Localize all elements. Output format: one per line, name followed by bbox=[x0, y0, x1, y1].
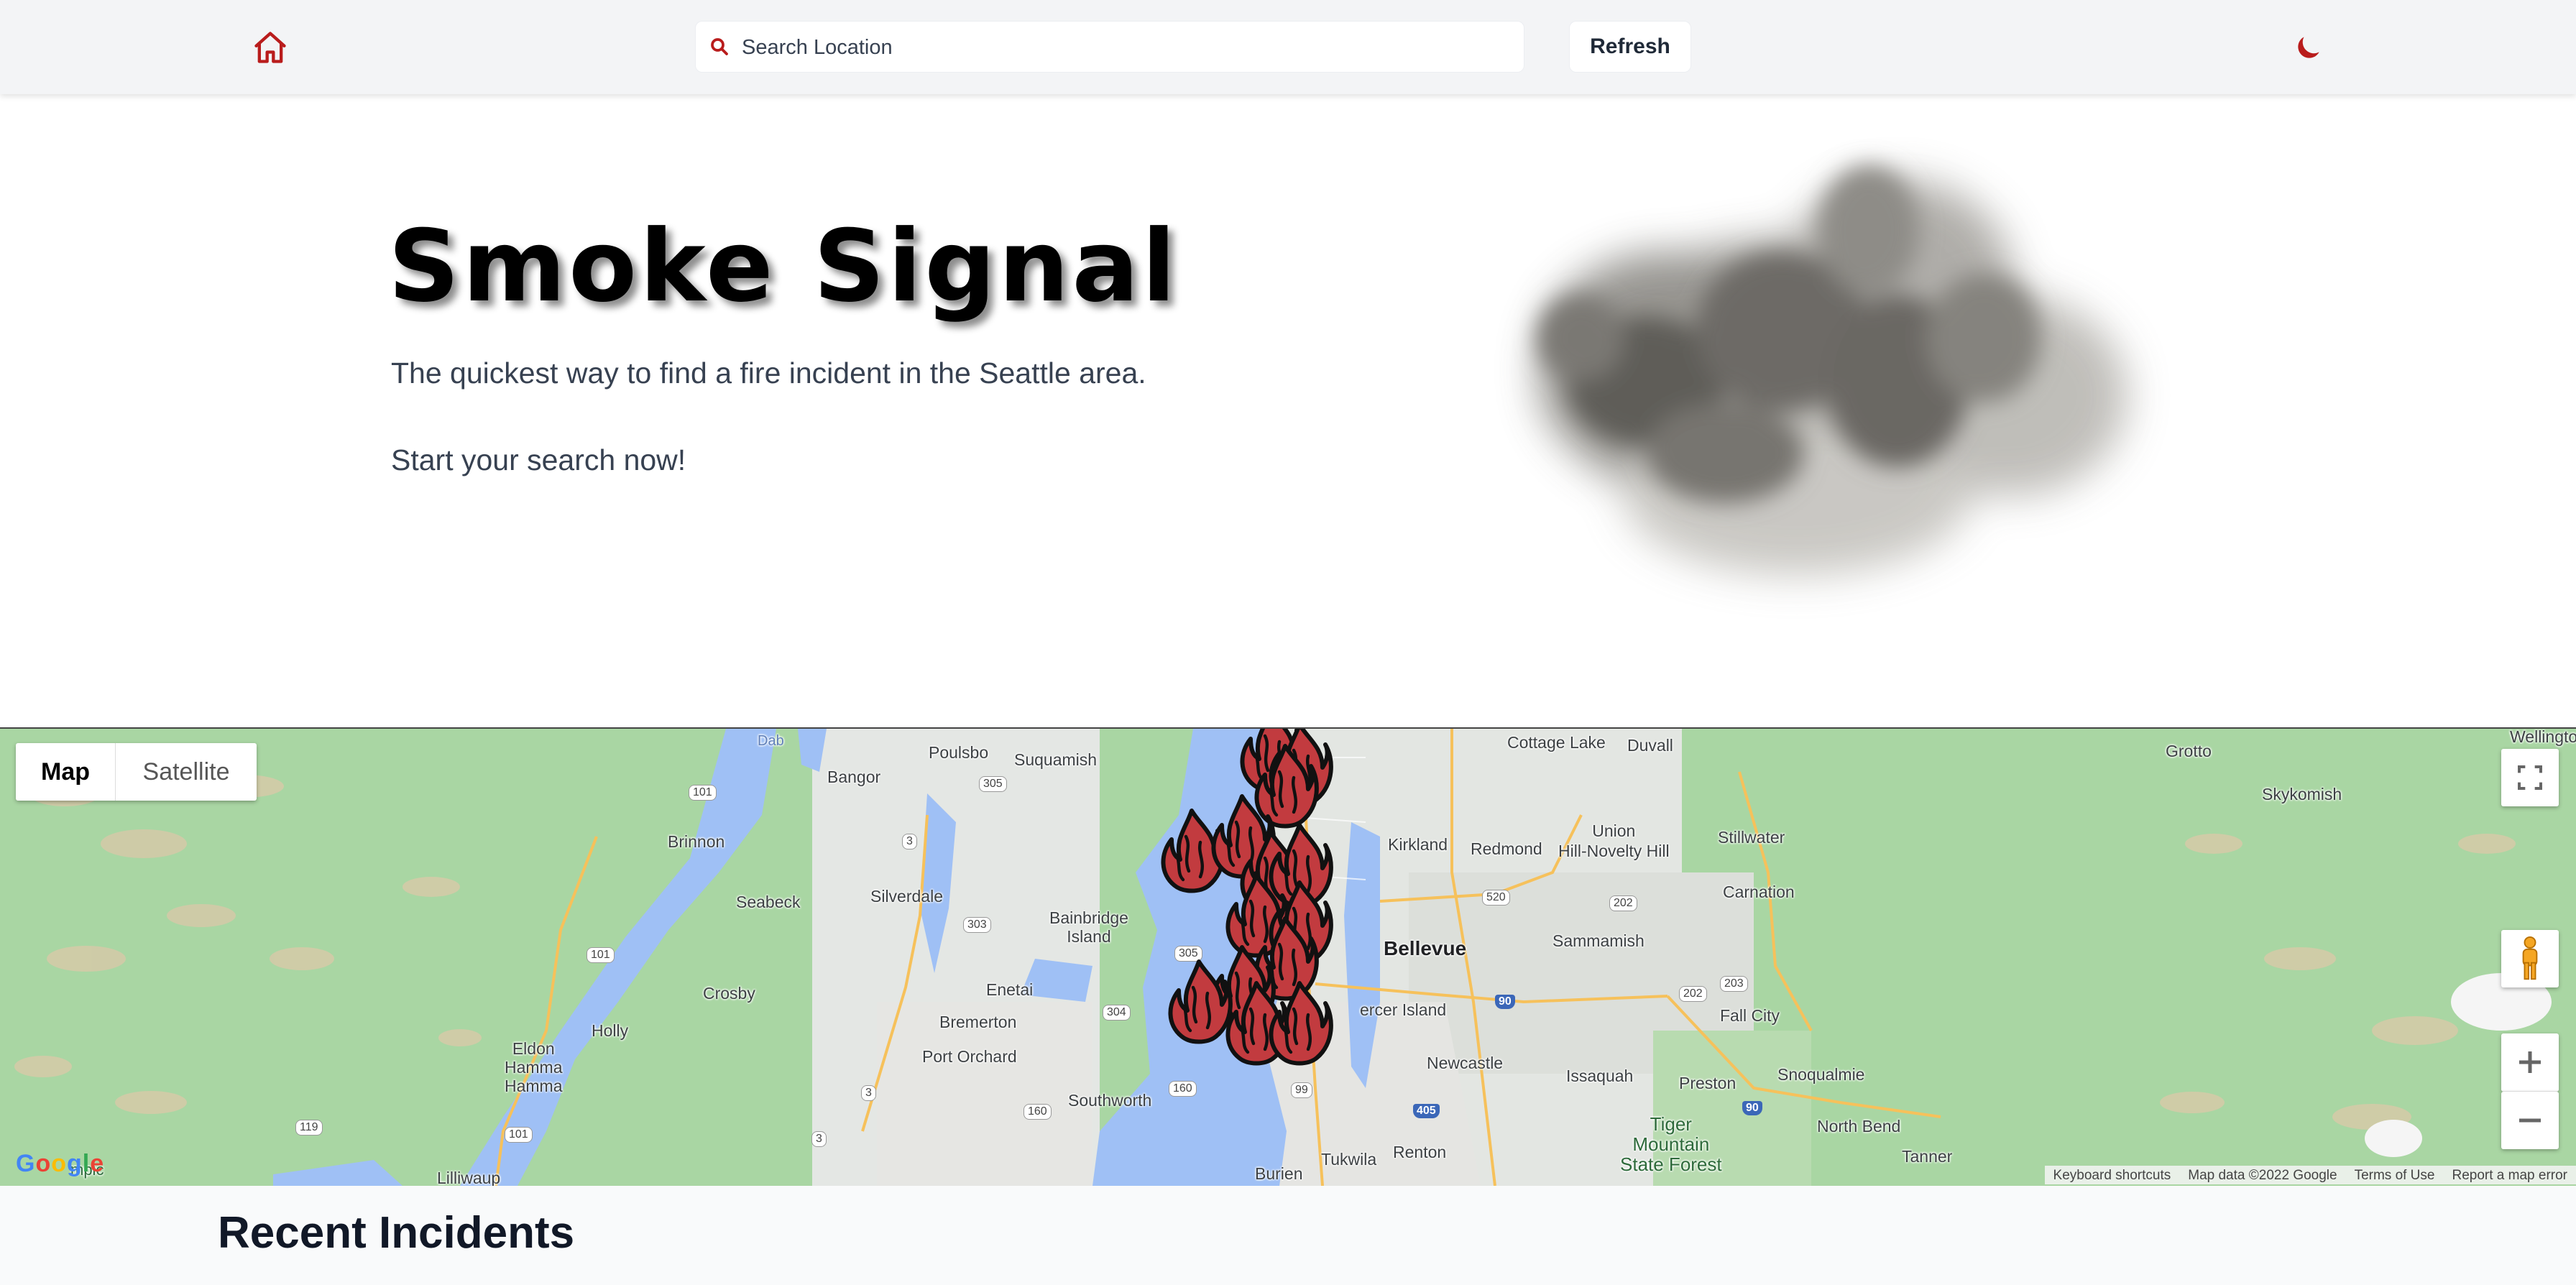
terms-of-use-link[interactable]: Terms of Use bbox=[2346, 1166, 2444, 1184]
fullscreen-button[interactable] bbox=[2501, 749, 2559, 806]
map-label-skykomish: Skykomish bbox=[2262, 785, 2342, 803]
interstate-shield: 405 bbox=[1413, 1104, 1440, 1118]
route-shield: 202 bbox=[1679, 986, 1707, 1002]
map-label-bangor: Bangor bbox=[827, 768, 881, 786]
map-label-tanner: Tanner bbox=[1902, 1147, 1953, 1166]
map-label-sammamish: Sammamish bbox=[1552, 931, 1644, 950]
route-shield: 304 bbox=[1103, 1005, 1131, 1021]
map-label-eldon: Eldon Hamma Hamma bbox=[505, 1039, 563, 1095]
map-label-bremerton: Bremerton bbox=[939, 1013, 1017, 1031]
route-shield: 99 bbox=[1291, 1082, 1312, 1098]
map-label-brinnon: Brinnon bbox=[668, 832, 725, 851]
map-type-control: Map Satellite bbox=[16, 743, 257, 801]
incident-map[interactable]: Poulsbo Suquamish Bangor Dab Brinnon Sea… bbox=[0, 727, 2576, 1187]
minus-icon bbox=[2519, 1118, 2541, 1123]
map-label-carnation: Carnation bbox=[1723, 883, 1795, 901]
search-box[interactable] bbox=[695, 21, 1524, 73]
fullscreen-icon bbox=[2518, 765, 2542, 790]
map-label-tiger-mountain: Tiger Mountain State Forest bbox=[1620, 1113, 1722, 1175]
map-label-dab: Dab bbox=[758, 733, 784, 749]
map-label-union-hill: Union Hill-Novelty Hill bbox=[1558, 821, 1670, 860]
route-shield: 303 bbox=[963, 917, 991, 933]
route-shield: 3 bbox=[902, 834, 917, 849]
map-label-poulsbo: Poulsbo bbox=[929, 743, 989, 762]
map-label-bellevue: Bellevue bbox=[1384, 937, 1467, 959]
map-label-issaquah: Issaquah bbox=[1566, 1067, 1634, 1085]
map-label-north-bend: North Bend bbox=[1817, 1117, 1901, 1136]
map-label-suquamish: Suquamish bbox=[1014, 750, 1098, 769]
route-shield: 119 bbox=[295, 1120, 323, 1136]
hero-subtitle: The quickest way to find a fire incident… bbox=[391, 356, 1146, 390]
recent-incidents-heading: Recent Incidents bbox=[218, 1208, 575, 1258]
route-shield: 202 bbox=[1609, 895, 1637, 911]
map-label-preston: Preston bbox=[1679, 1074, 1736, 1092]
map-label-bainbridge: Bainbridge Island bbox=[1049, 908, 1128, 946]
zoom-out-button[interactable] bbox=[2501, 1092, 2559, 1149]
map-label-wellington: Wellingto bbox=[2510, 727, 2576, 746]
interstate-shield: 90 bbox=[1742, 1101, 1762, 1115]
refresh-button[interactable]: Refresh bbox=[1569, 21, 1691, 73]
street-view-pegman-button[interactable] bbox=[2501, 930, 2559, 987]
theme-toggle-button[interactable] bbox=[2293, 32, 2324, 63]
map-type-satellite-button[interactable]: Satellite bbox=[116, 743, 257, 801]
map-label-southworth: Southworth bbox=[1068, 1091, 1152, 1110]
route-shield: 203 bbox=[1720, 976, 1748, 992]
map-label-burien: Burien bbox=[1255, 1164, 1303, 1183]
google-logo[interactable]: Google bbox=[16, 1150, 104, 1178]
route-shield: 101 bbox=[586, 947, 615, 963]
top-nav-bar: Refresh bbox=[0, 0, 2576, 94]
route-shield: 305 bbox=[979, 776, 1007, 792]
map-label-fall-city: Fall City bbox=[1720, 1006, 1780, 1025]
map-label-port-orchard: Port Orchard bbox=[922, 1047, 1017, 1066]
map-data-credit: Map data ©2022 Google bbox=[2188, 1168, 2337, 1183]
map-label-tukwila: Tukwila bbox=[1321, 1150, 1377, 1169]
zoom-in-button[interactable] bbox=[2501, 1033, 2559, 1092]
map-label-kirkland: Kirkland bbox=[1388, 835, 1448, 854]
page-title: Smoke Signal bbox=[388, 208, 1179, 324]
map-label-seabeck: Seabeck bbox=[736, 893, 801, 911]
route-shield: 3 bbox=[861, 1085, 876, 1101]
route-shield: 520 bbox=[1482, 890, 1510, 906]
map-label-duvall: Duvall bbox=[1627, 736, 1673, 755]
keyboard-shortcuts-link[interactable]: Keyboard shortcuts bbox=[2045, 1166, 2180, 1184]
search-input[interactable] bbox=[740, 22, 1512, 73]
route-shield: 101 bbox=[689, 785, 717, 801]
map-label-enetai: Enetai bbox=[986, 980, 1034, 999]
route-shield: 160 bbox=[1169, 1081, 1197, 1097]
map-attribution: Keyboard shortcuts Map data ©2022 Google… bbox=[2044, 1166, 2576, 1184]
map-label-holly: Holly bbox=[592, 1021, 629, 1040]
hero-call-to-action: Start your search now! bbox=[391, 443, 686, 476]
map-label-snoqualmie: Snoqualmie bbox=[1777, 1065, 1865, 1084]
map-label-mercer-island: ercer Island bbox=[1360, 1000, 1447, 1019]
map-label-renton: Renton bbox=[1393, 1143, 1447, 1161]
home-button[interactable] bbox=[252, 29, 289, 66]
smoke-cloud-image bbox=[1538, 165, 2128, 575]
fire-icon[interactable] bbox=[1265, 980, 1334, 1067]
search-icon bbox=[711, 38, 728, 55]
route-shield: 160 bbox=[1024, 1104, 1052, 1120]
plus-icon bbox=[2519, 1051, 2541, 1073]
pegman-icon bbox=[2522, 936, 2538, 980]
map-label-silverdale: Silverdale bbox=[870, 887, 943, 906]
map-type-map-button[interactable]: Map bbox=[16, 743, 116, 801]
map-label-stillwater: Stillwater bbox=[1718, 828, 1785, 847]
map-label-crosby: Crosby bbox=[703, 984, 755, 1003]
map-label-grotto: Grotto bbox=[2166, 742, 2212, 760]
map-label-redmond: Redmond bbox=[1471, 839, 1542, 858]
report-map-error-link[interactable]: Report a map error bbox=[2443, 1166, 2576, 1184]
map-label-cottage-lake: Cottage Lake bbox=[1507, 733, 1606, 752]
recent-incidents-section: Recent Incidents bbox=[0, 1186, 2576, 1285]
route-shield: 101 bbox=[505, 1127, 533, 1143]
interstate-shield: 90 bbox=[1495, 995, 1515, 1009]
route-shield: 3 bbox=[811, 1131, 827, 1147]
map-label-newcastle: Newcastle bbox=[1427, 1054, 1504, 1072]
moon-icon bbox=[2298, 37, 2319, 58]
map-label-lilliwaup: Lilliwaup bbox=[437, 1169, 501, 1187]
home-icon bbox=[254, 32, 286, 63]
